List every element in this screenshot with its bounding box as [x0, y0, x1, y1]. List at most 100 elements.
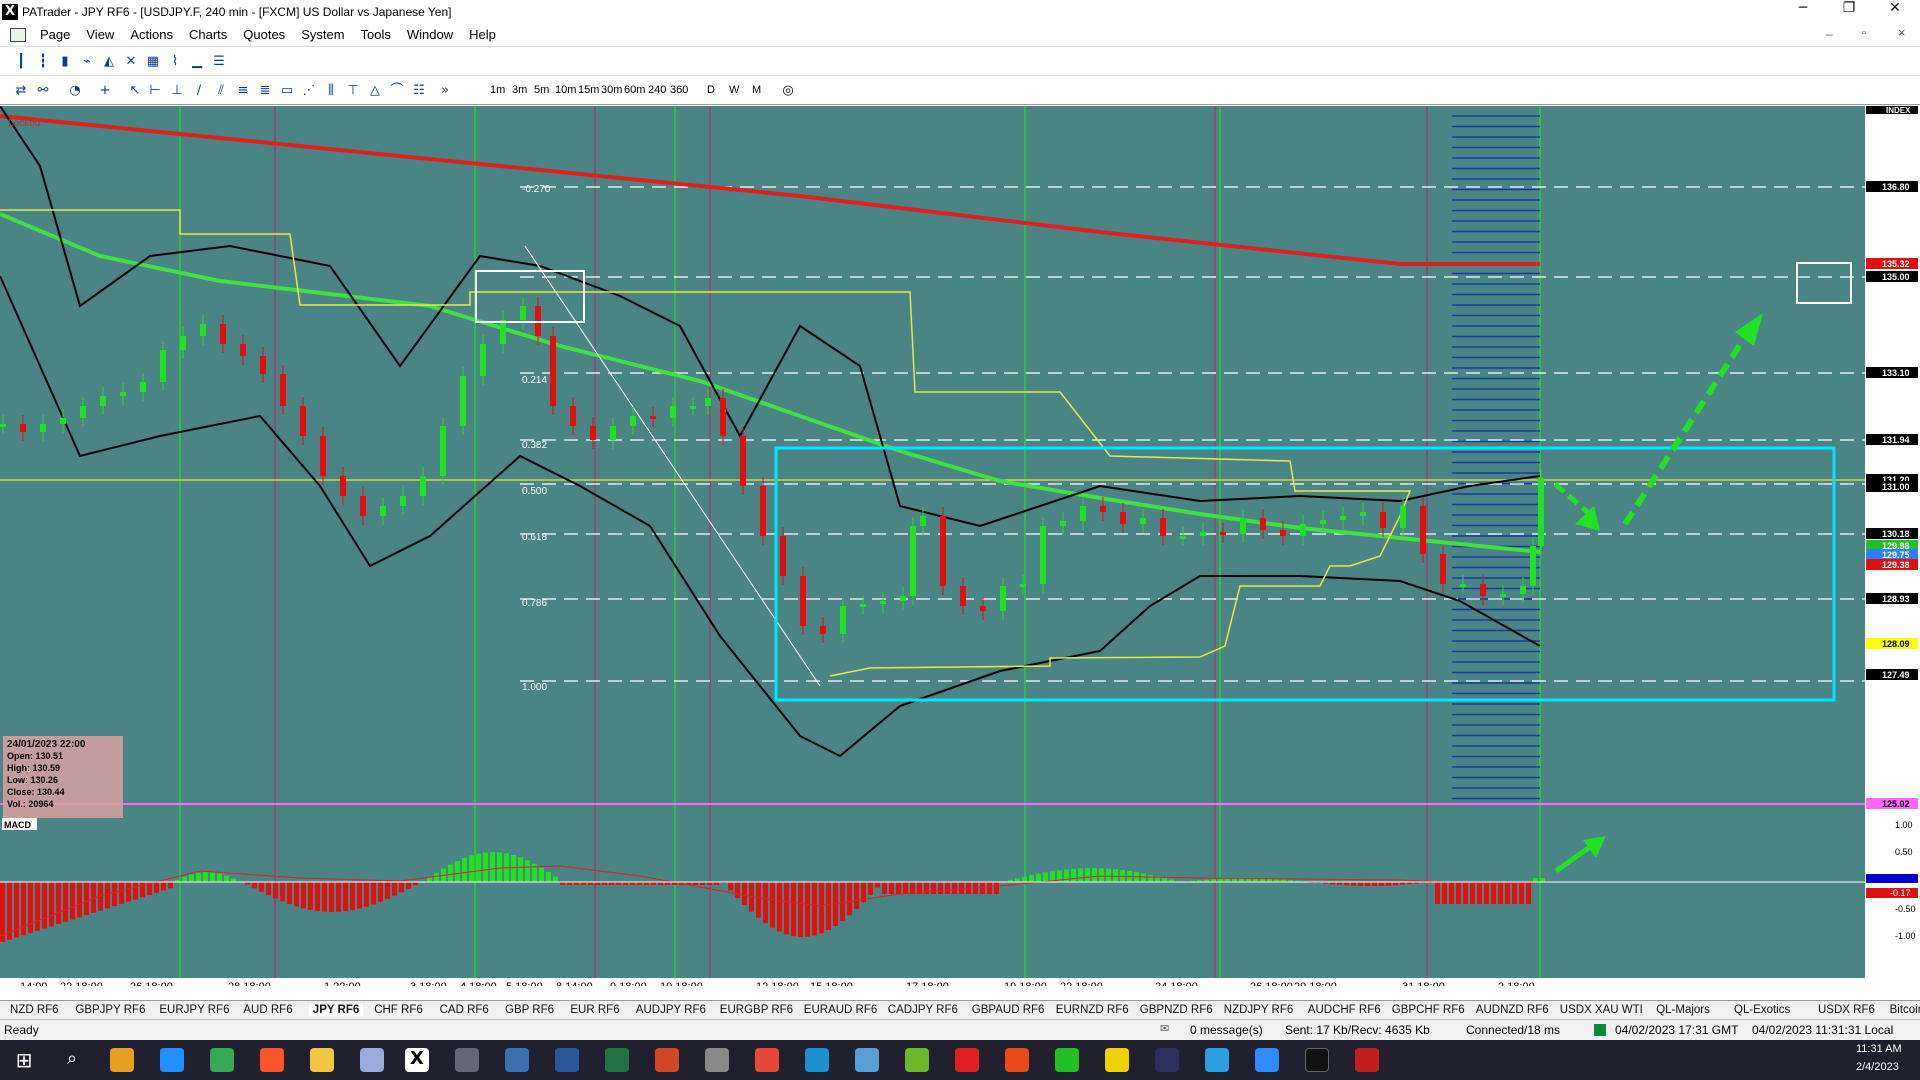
tf-60m[interactable]: 60m — [624, 84, 645, 96]
tf-30m[interactable]: 30m — [601, 84, 622, 96]
telegram-icon[interactable] — [1205, 1048, 1229, 1072]
macd-pane[interactable] — [0, 818, 1865, 986]
taskbar-app-icon[interactable] — [955, 1048, 979, 1072]
symbol-tab[interactable]: GBPAUD RF6 — [972, 1004, 1045, 1016]
channel-icon[interactable]: ⫽ — [212, 82, 230, 100]
tf-360[interactable]: 360 — [670, 84, 688, 96]
sync-icon[interactable]: ⇄ — [12, 82, 30, 100]
symbol-tab[interactable]: QL-Exotics — [1734, 1004, 1790, 1016]
clock-date[interactable]: 2/4/2023 — [1856, 1061, 1899, 1073]
tf-3m[interactable]: 3m — [512, 84, 527, 96]
line-chart-icon[interactable]: ⌁ — [78, 53, 96, 71]
link-icon[interactable]: ⚯ — [34, 82, 52, 100]
hline-icon[interactable]: ⊢ — [146, 82, 164, 100]
symbol-tab[interactable]: GBPJPY RF6 — [75, 1004, 145, 1016]
price-chart[interactable]: -0.270 0.214 0.382 0.500 0.618 0.786 1.000 136… — [0, 105, 1920, 993]
symbol-tab[interactable]: JPY RF6 — [308, 1004, 364, 1016]
file-explorer-icon[interactable] — [310, 1048, 334, 1072]
brave-icon[interactable] — [260, 1048, 284, 1072]
symbol-tab[interactable]: CADJPY RF6 — [888, 1004, 958, 1016]
taskbar-app-icon[interactable] — [805, 1048, 829, 1072]
taskbar-app-icon[interactable] — [110, 1048, 134, 1072]
windows-start-icon[interactable]: ⊞ — [12, 1048, 36, 1072]
word-icon[interactable] — [555, 1048, 579, 1072]
menu-system[interactable]: System — [293, 27, 352, 42]
taskbar-app-icon[interactable] — [1055, 1048, 1079, 1072]
tf-5m[interactable]: 5m — [534, 84, 549, 96]
patrader-icon[interactable]: X — [405, 1048, 429, 1072]
mdi-close-button[interactable]: × — [1898, 25, 1906, 40]
tf-15m[interactable]: 15m — [578, 84, 599, 96]
taskbar-app-icon[interactable] — [1005, 1048, 1029, 1072]
symbol-tab[interactable]: NZD RF6 — [10, 1004, 59, 1016]
symbol-tab[interactable]: GBPNZD RF6 — [1140, 1004, 1213, 1016]
cursor-icon[interactable]: ↖ — [126, 82, 144, 100]
zoom-icon[interactable] — [1255, 1048, 1279, 1072]
menu-tools[interactable]: Tools — [353, 27, 399, 42]
minimize-button[interactable]: ─ — [1780, 0, 1826, 23]
vline-icon[interactable]: ⊥ — [168, 82, 186, 100]
symbol-tab[interactable]: CAD RF6 — [440, 1004, 489, 1016]
fib-time-icon[interactable]: ⫼ — [322, 82, 340, 100]
symbol-tab[interactable]: AUDCHF RF6 — [1308, 1004, 1381, 1016]
kagi-icon[interactable]: ⌇ — [166, 53, 184, 71]
taskbar-app-icon[interactable] — [455, 1048, 479, 1072]
renko-icon[interactable]: ▦ — [144, 53, 162, 71]
symbol-tab[interactable]: GBPCHF RF6 — [1392, 1004, 1465, 1016]
mdi-restore-button[interactable]: ▫ — [1862, 25, 1866, 39]
symbol-tab[interactable]: USDX XAU WTI — [1560, 1004, 1643, 1016]
tf-weekly[interactable]: W — [729, 84, 739, 96]
bar-chart-icon[interactable]: ┃ — [12, 53, 30, 71]
edge-icon[interactable] — [160, 1048, 184, 1072]
symbol-tab[interactable]: CHF RF6 — [374, 1004, 423, 1016]
andrews-icon[interactable]: ⊤ — [344, 82, 362, 100]
point-figure-icon[interactable]: ✕ — [122, 53, 140, 71]
profile-icon[interactable]: ☰ — [210, 53, 228, 71]
crosshair-icon[interactable]: + — [96, 82, 114, 100]
fib-ext-icon[interactable]: ≣ — [256, 82, 274, 100]
tradingview-icon[interactable] — [1305, 1048, 1329, 1072]
chart-window[interactable]: -0.270 0.214 0.382 0.500 0.618 0.786 1.000 136… — [0, 105, 1920, 993]
indicator-icon[interactable]: ◔ — [66, 82, 84, 100]
symbol-tab[interactable]: NZDJPY RF6 — [1224, 1004, 1293, 1016]
symbol-tab[interactable]: EURGBP RF6 — [720, 1004, 793, 1016]
volume-icon[interactable]: ▁ — [188, 53, 206, 71]
symbol-tab[interactable]: EURNZD RF6 — [1056, 1004, 1129, 1016]
symbol-tab[interactable]: EUR RF6 — [570, 1004, 619, 1016]
chrome-icon[interactable] — [210, 1048, 234, 1072]
symbol-tab[interactable]: AUDJPY RF6 — [636, 1004, 706, 1016]
taskbar-app-icon[interactable] — [1155, 1048, 1179, 1072]
close-button[interactable]: ✕ — [1872, 0, 1918, 23]
taskbar-app-icon[interactable] — [1355, 1048, 1379, 1072]
mdi-minimize-button[interactable]: – — [1826, 27, 1833, 41]
menu-window[interactable]: Window — [399, 27, 461, 42]
powerpoint-icon[interactable] — [655, 1048, 679, 1072]
ohlc-chart-icon[interactable]: ┇ — [34, 53, 52, 71]
status-messages[interactable]: 0 message(s) — [1190, 1023, 1263, 1037]
symbol-tab[interactable]: QL-Majors — [1656, 1004, 1710, 1016]
excel-icon[interactable] — [605, 1048, 629, 1072]
gann-icon[interactable]: ⋰ — [300, 82, 318, 100]
arc-icon[interactable]: ⌒ — [388, 82, 406, 100]
rectangle-icon[interactable]: ▭ — [278, 82, 296, 100]
tf-240[interactable]: 240 — [648, 84, 666, 96]
taskbar-app-icon[interactable] — [855, 1048, 879, 1072]
search-icon[interactable]: ⌕ — [60, 1048, 84, 1072]
triangle-icon[interactable]: △ — [366, 82, 384, 100]
symbol-tab[interactable]: AUD RF6 — [243, 1004, 292, 1016]
menu-charts[interactable]: Charts — [181, 27, 235, 42]
symbol-tab[interactable]: USDX RF6 — [1818, 1004, 1875, 1016]
calculator-icon[interactable] — [505, 1048, 529, 1072]
taskbar-app-icon[interactable] — [755, 1048, 779, 1072]
clock-icon[interactable]: ◎ — [779, 82, 797, 100]
maximize-button[interactable]: ❐ — [1826, 0, 1872, 23]
fib-icon[interactable]: ≡ — [234, 82, 252, 100]
symbol-tab[interactable]: EURJPY RF6 — [159, 1004, 229, 1016]
trendline-icon[interactable]: ∕ — [190, 82, 208, 100]
menu-quotes[interactable]: Quotes — [235, 27, 293, 42]
tf-monthly[interactable]: M — [752, 84, 761, 96]
tf-daily[interactable]: D — [707, 84, 715, 96]
symbol-tab[interactable]: AUDNZD RF6 — [1476, 1004, 1549, 1016]
taskbar-app-icon[interactable] — [905, 1048, 929, 1072]
tf-1m[interactable]: 1m — [490, 84, 505, 96]
